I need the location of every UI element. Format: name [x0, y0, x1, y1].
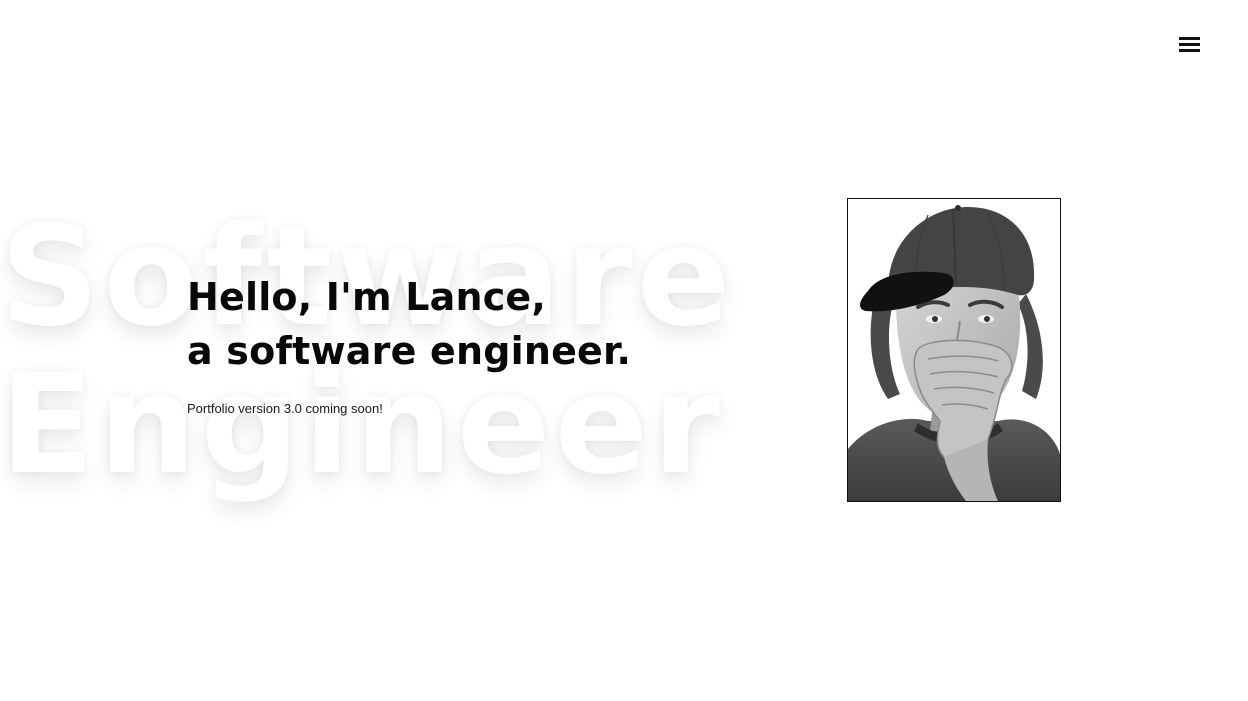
menu-bar-middle	[1179, 43, 1200, 46]
profile-photo	[847, 198, 1061, 502]
hero-heading-line-1: Hello, I'm Lance,	[187, 275, 547, 319]
hamburger-menu-icon[interactable]	[1176, 32, 1202, 58]
hero-section: Hello, I'm Lance, a software engineer. P…	[187, 270, 631, 416]
hero-subtitle: Portfolio version 3.0 coming soon!	[187, 401, 383, 416]
menu-bar-top	[1179, 37, 1200, 40]
landing-page: Software Engineer Hello, I'm Lance, a so…	[0, 0, 1248, 701]
menu-bar-bottom	[1179, 49, 1200, 52]
hero-heading-line-2: a software engineer.	[187, 329, 632, 373]
hero-heading: Hello, I'm Lance, a software engineer.	[187, 270, 631, 378]
profile-photo-illustration	[848, 199, 1060, 501]
